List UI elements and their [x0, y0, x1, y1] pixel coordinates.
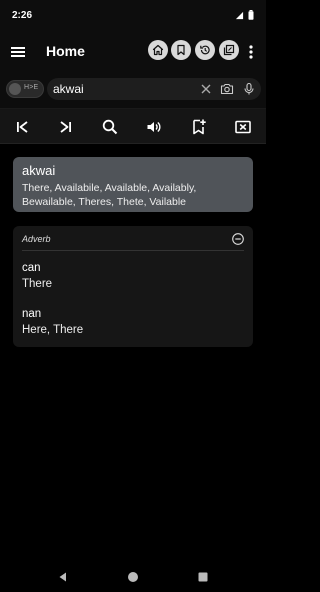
status-time: 2:26 [12, 10, 33, 21]
result-suggestions: There, Availabile, Available, Availably,… [22, 182, 197, 208]
home-nav-icon[interactable] [126, 570, 140, 584]
home-icon [152, 44, 164, 56]
search-row: H>E [0, 72, 266, 108]
search-icon[interactable] [101, 118, 119, 136]
menu-icon[interactable] [10, 42, 26, 62]
history-icon [200, 45, 210, 55]
collapse-icon[interactable] [231, 232, 245, 246]
bookmark-icon [177, 44, 185, 56]
language-direction-toggle[interactable]: H>E [6, 80, 44, 98]
search-input[interactable] [53, 81, 193, 97]
toolbar [0, 108, 266, 144]
status-bar: 2:26 [0, 0, 266, 32]
result-card[interactable]: akwai There, Availabile, Available, Avai… [13, 157, 253, 212]
entry-word: can [22, 262, 41, 274]
page-title: Home [46, 43, 85, 59]
recents-icon[interactable] [196, 570, 210, 584]
entry-meaning: Here, There [22, 324, 84, 336]
search-box [47, 78, 261, 100]
status-icons [235, 10, 254, 20]
camera-icon[interactable] [220, 82, 234, 96]
bookmarks-button[interactable] [171, 40, 191, 60]
toggle-knob [9, 83, 21, 95]
flashcards-button[interactable] [219, 40, 239, 60]
part-of-speech: Adverb [22, 234, 51, 244]
flashcards-icon [223, 44, 235, 56]
skip-next-icon[interactable] [57, 118, 75, 136]
entry-meaning: There [22, 278, 53, 290]
app-bar: Home [0, 32, 266, 72]
entry-word: nan [22, 308, 42, 320]
home-button[interactable] [148, 40, 168, 60]
history-button[interactable] [195, 40, 215, 60]
back-icon[interactable] [56, 570, 70, 584]
system-nav-bar [0, 560, 266, 592]
add-bookmark-icon[interactable] [190, 118, 208, 136]
skip-previous-icon[interactable] [13, 118, 31, 136]
result-word: akwai [22, 163, 56, 178]
more-options-icon[interactable] [245, 42, 257, 62]
clear-results-icon[interactable] [234, 118, 252, 136]
definition-card: Adverb can There nan Here, There [13, 226, 253, 347]
clear-search-icon[interactable] [199, 82, 213, 96]
toggle-label: H>E [24, 84, 39, 91]
speaker-icon[interactable] [145, 118, 163, 136]
divider [22, 250, 244, 251]
microphone-icon[interactable] [242, 82, 256, 96]
battery-icon [248, 10, 254, 20]
signal-icon [235, 11, 244, 19]
